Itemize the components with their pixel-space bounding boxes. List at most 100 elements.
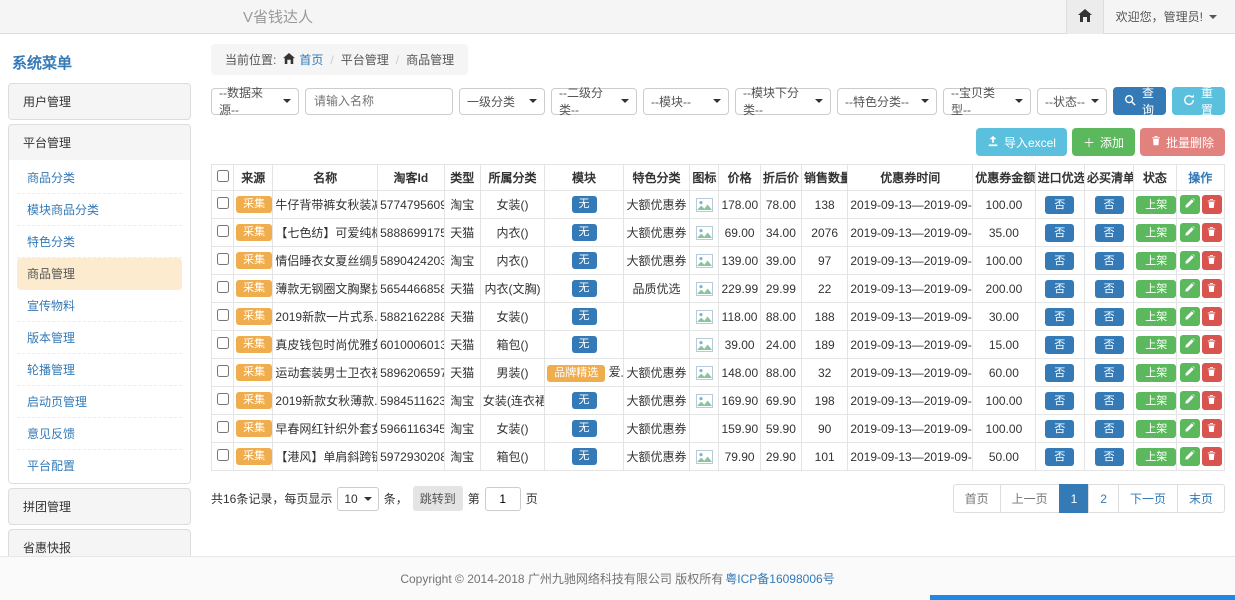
sidebar-section-header[interactable]: 用户管理 — [9, 84, 190, 119]
filter-select-0[interactable]: --数据来源-- — [211, 88, 299, 115]
sidebar-item-模块商品分类[interactable]: 模块商品分类 — [17, 194, 182, 226]
reset-button[interactable]: 重置 — [1172, 87, 1225, 115]
status-toggle[interactable]: 上架 — [1136, 336, 1176, 354]
delete-button[interactable] — [1202, 419, 1222, 438]
filter-select-2[interactable]: --二级分类-- — [551, 88, 637, 115]
edit-button[interactable] — [1180, 363, 1200, 382]
edit-button[interactable] — [1180, 279, 1200, 298]
status-toggle[interactable]: 上架 — [1136, 392, 1176, 410]
filter-select-6[interactable]: --宝贝类型-- — [943, 88, 1031, 115]
sidebar-section-header[interactable]: 平台管理 — [9, 125, 190, 160]
sidebar-item-轮播管理[interactable]: 轮播管理 — [17, 354, 182, 386]
page-button-2[interactable]: 2 — [1088, 484, 1119, 513]
row-checkbox[interactable] — [217, 309, 229, 321]
edit-button[interactable] — [1180, 307, 1200, 326]
must-buy-toggle[interactable]: 否 — [1095, 336, 1124, 354]
page-button-末页[interactable]: 末页 — [1177, 484, 1225, 513]
add-button[interactable]: ＋ 添加 — [1072, 128, 1135, 156]
import-select-toggle[interactable]: 否 — [1045, 448, 1074, 466]
status-toggle[interactable]: 上架 — [1136, 252, 1176, 270]
delete-button[interactable] — [1202, 447, 1222, 466]
delete-button[interactable] — [1202, 391, 1222, 410]
row-checkbox[interactable] — [217, 421, 229, 433]
delete-button[interactable] — [1202, 279, 1222, 298]
page-button-1[interactable]: 1 — [1059, 484, 1090, 513]
edit-button[interactable] — [1180, 251, 1200, 270]
row-checkbox[interactable] — [217, 253, 229, 265]
page-number-input[interactable] — [485, 487, 521, 511]
select-all-checkbox[interactable] — [217, 170, 229, 182]
filter-select-7[interactable]: --状态-- — [1037, 88, 1107, 115]
row-checkbox[interactable] — [217, 281, 229, 293]
sidebar-item-宣传物料[interactable]: 宣传物料 — [17, 290, 182, 322]
import-select-toggle[interactable]: 否 — [1045, 224, 1074, 242]
sidebar-item-平台配置[interactable]: 平台配置 — [17, 450, 182, 481]
must-buy-toggle[interactable]: 否 — [1095, 252, 1124, 270]
must-buy-toggle[interactable]: 否 — [1095, 308, 1124, 326]
page-button-下一页[interactable]: 下一页 — [1118, 484, 1178, 513]
sidebar-item-商品分类[interactable]: 商品分类 — [17, 162, 182, 194]
query-button[interactable]: 查询 — [1113, 87, 1166, 115]
must-buy-toggle[interactable]: 否 — [1095, 392, 1124, 410]
filter-select-3[interactable]: --模块-- — [643, 88, 729, 115]
sidebar-section-header[interactable]: 拼团管理 — [9, 489, 190, 524]
import-select-toggle[interactable]: 否 — [1045, 336, 1074, 354]
status-toggle[interactable]: 上架 — [1136, 196, 1176, 214]
filter-select-1[interactable]: 一级分类 — [459, 88, 545, 115]
row-checkbox[interactable] — [217, 365, 229, 377]
row-checkbox[interactable] — [217, 449, 229, 461]
sidebar-item-特色分类[interactable]: 特色分类 — [17, 226, 182, 258]
per-page-select[interactable]: 10 — [337, 487, 378, 511]
delete-button[interactable] — [1202, 223, 1222, 242]
must-buy-toggle[interactable]: 否 — [1095, 224, 1124, 242]
import-select-toggle[interactable]: 否 — [1045, 280, 1074, 298]
edit-button[interactable] — [1180, 223, 1200, 242]
user-menu[interactable]: 欢迎您，管理员! — [1116, 8, 1217, 25]
delete-button[interactable] — [1202, 307, 1222, 326]
import-select-toggle[interactable]: 否 — [1045, 252, 1074, 270]
import-select-toggle[interactable]: 否 — [1045, 196, 1074, 214]
breadcrumb-home-link[interactable]: 首页 — [283, 51, 323, 68]
must-buy-toggle[interactable]: 否 — [1095, 420, 1124, 438]
status-toggle[interactable]: 上架 — [1136, 364, 1176, 382]
name-search-input[interactable] — [305, 88, 453, 115]
delete-button[interactable] — [1202, 195, 1222, 214]
status-toggle[interactable]: 上架 — [1136, 280, 1176, 298]
must-buy-toggle[interactable]: 否 — [1095, 196, 1124, 214]
icp-link[interactable]: 粤ICP备16098006号 — [725, 570, 834, 587]
status-toggle[interactable]: 上架 — [1136, 448, 1176, 466]
row-checkbox[interactable] — [217, 225, 229, 237]
import-select-toggle[interactable]: 否 — [1045, 392, 1074, 410]
status-toggle[interactable]: 上架 — [1136, 420, 1176, 438]
row-checkbox[interactable] — [217, 393, 229, 405]
edit-button[interactable] — [1180, 335, 1200, 354]
jump-button[interactable]: 跳转到 — [413, 486, 463, 511]
delete-button[interactable] — [1202, 335, 1222, 354]
status-toggle[interactable]: 上架 — [1136, 308, 1176, 326]
import-excel-button[interactable]: 导入excel — [976, 128, 1067, 156]
import-select-toggle[interactable]: 否 — [1045, 420, 1074, 438]
import-select-toggle[interactable]: 否 — [1045, 308, 1074, 326]
must-buy-toggle[interactable]: 否 — [1095, 364, 1124, 382]
filter-select-4[interactable]: --模块下分类-- — [735, 88, 831, 115]
batch-delete-button[interactable]: 批量删除 — [1140, 128, 1225, 156]
edit-button[interactable] — [1180, 447, 1200, 466]
home-button[interactable] — [1066, 0, 1104, 34]
edit-button[interactable] — [1180, 419, 1200, 438]
sidebar-item-版本管理[interactable]: 版本管理 — [17, 322, 182, 354]
edit-button[interactable] — [1180, 195, 1200, 214]
filter-select-5[interactable]: --特色分类-- — [837, 88, 937, 115]
sidebar-item-启动页管理[interactable]: 启动页管理 — [17, 386, 182, 418]
must-buy-toggle[interactable]: 否 — [1095, 448, 1124, 466]
row-checkbox[interactable] — [217, 337, 229, 349]
edit-button[interactable] — [1180, 391, 1200, 410]
sidebar-item-商品管理[interactable]: 商品管理 — [17, 258, 182, 290]
row-checkbox[interactable] — [217, 197, 229, 209]
import-select-toggle[interactable]: 否 — [1045, 364, 1074, 382]
page-button-首页[interactable]: 首页 — [953, 484, 1001, 513]
delete-button[interactable] — [1202, 363, 1222, 382]
sidebar-item-意见反馈[interactable]: 意见反馈 — [17, 418, 182, 450]
page-button-上一页[interactable]: 上一页 — [1000, 484, 1060, 513]
delete-button[interactable] — [1202, 251, 1222, 270]
status-toggle[interactable]: 上架 — [1136, 224, 1176, 242]
